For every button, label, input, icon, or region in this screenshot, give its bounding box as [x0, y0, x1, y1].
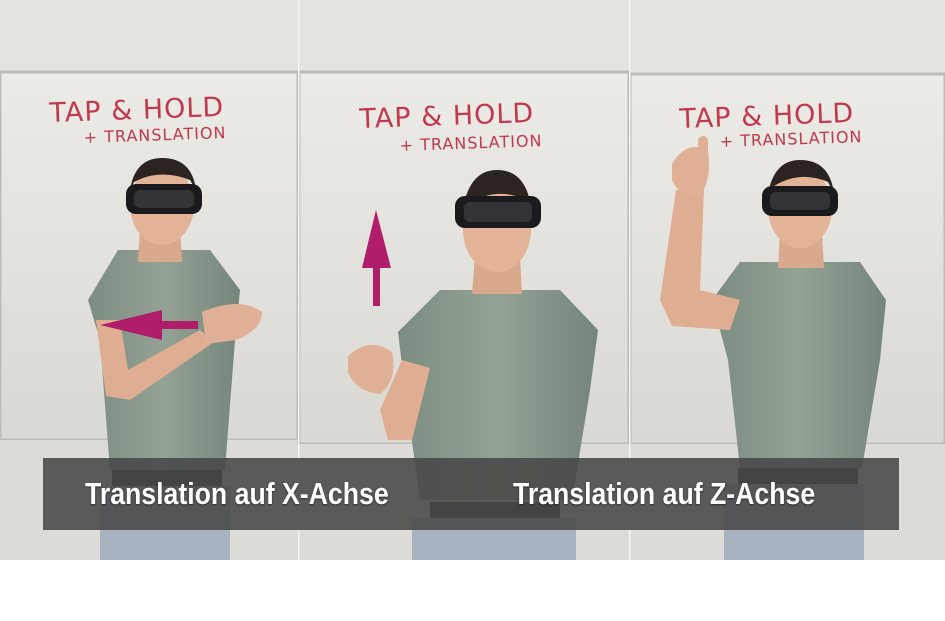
caption-z-axis: Translation auf Z-Achse: [513, 476, 816, 511]
caption-bar: Translation auf X-Achse Translation auf …: [43, 458, 899, 530]
whiteboard-title: TAP & HOLD: [358, 97, 535, 135]
caption-x-axis: Translation auf X-Achse: [85, 476, 389, 511]
